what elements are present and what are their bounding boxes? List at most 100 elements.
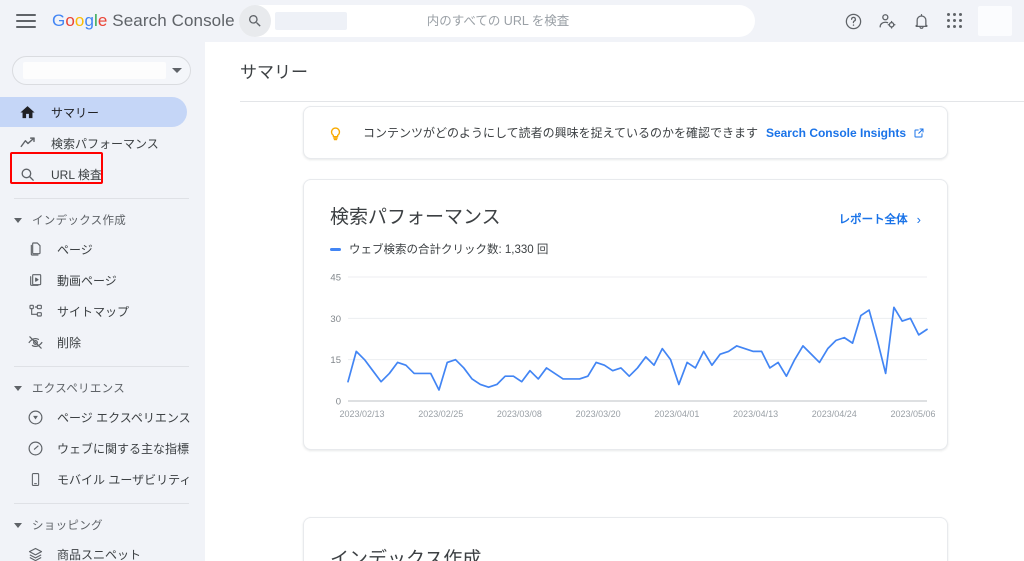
clicks-series-line xyxy=(347,306,928,391)
sitemap-glyph xyxy=(28,304,42,317)
url-inspection-search-bar[interactable] xyxy=(239,5,755,37)
sidebar-item-search-performance[interactable]: 検索パフォーマンス xyxy=(0,128,187,158)
chevron-right-icon: › xyxy=(916,211,921,227)
indexing-card: インデックス作成 ページのインデックス登録 レポート全体 › xyxy=(303,517,948,561)
external-link-icon xyxy=(913,127,925,139)
search-performance-chart: 0 15 30 45 2023/02/13 2023/02/25 2023/03/08 202… xyxy=(318,267,935,427)
pages-glyph xyxy=(30,242,41,256)
apps-grid-glyph xyxy=(947,13,963,29)
indexing-card-title: インデックス作成 xyxy=(330,549,482,561)
core-web-vitals-icon xyxy=(26,439,45,458)
sidebar-group-label: インデックス作成 xyxy=(32,215,127,227)
sidebar-group-experience[interactable]: エクスペリエンス xyxy=(0,376,205,400)
home-glyph xyxy=(20,105,35,118)
x-axis-tick-label: 2023/04/24 xyxy=(812,409,857,419)
google-search-console-logo: Google Search Console xyxy=(52,11,235,31)
sidebar-item-summary[interactable]: サマリー xyxy=(0,97,187,127)
clicks-line-chart: 0 15 30 45 2023/02/13 2023/02/25 2023/03/08 202… xyxy=(330,273,935,420)
sidebar-item-removals[interactable]: 削除 xyxy=(0,327,187,357)
sidebar-item-label: 商品スニペット xyxy=(57,547,142,561)
search-icon xyxy=(18,165,37,184)
sidebar-item-product-snippets[interactable]: 商品スニペット xyxy=(0,539,187,561)
chevron-down-icon xyxy=(14,217,22,223)
avatar[interactable] xyxy=(978,6,1012,36)
sidebar-item-label: サイトマップ xyxy=(57,304,130,319)
sidebar-item-pages[interactable]: ページ xyxy=(0,234,187,264)
hamburger-menu-icon[interactable] xyxy=(16,14,36,28)
trending-up-icon xyxy=(18,134,37,153)
chart-legend[interactable]: ウェブ検索の合計クリック数: 1,330 回 xyxy=(304,229,947,257)
x-axis-tick-label: 2023/04/13 xyxy=(733,409,778,419)
app-root: Google Search Console 内のすべての URL を検査 サマリ… xyxy=(0,0,1024,561)
y-axis-tick-label: 45 xyxy=(330,273,341,284)
sidebar-item-core-web-vitals[interactable]: ウェブに関する主な指標 xyxy=(0,433,190,463)
person-gear-glyph xyxy=(879,14,896,29)
sidebar-item-label: 動画ページ xyxy=(57,273,117,288)
logo-letter-o1: o xyxy=(65,11,75,30)
sidebar-item-label: ページ xyxy=(57,242,93,257)
insights-banner: コンテンツがどのようにして読者の興味を捉えているのかを確認できます Search… xyxy=(303,106,948,159)
account-settings-icon[interactable] xyxy=(870,4,904,38)
help-glyph xyxy=(845,13,861,29)
header-icon-group xyxy=(836,0,1016,42)
mobile-glyph xyxy=(31,472,40,486)
search-icon[interactable] xyxy=(239,5,271,37)
sidebar-divider xyxy=(14,366,189,367)
property-selector-value xyxy=(23,62,166,79)
indexing-card-header: インデックス作成 xyxy=(304,518,947,561)
sidebar-item-label: ページ エクスペリエンス xyxy=(57,410,191,425)
property-selector[interactable] xyxy=(12,56,191,85)
sidebar-item-url-inspection[interactable]: URL 検査 xyxy=(0,159,187,189)
layers-glyph xyxy=(28,547,43,561)
notifications-icon[interactable] xyxy=(904,4,938,38)
lightbulb-icon xyxy=(326,123,345,142)
search-redacted-prefix xyxy=(275,12,347,30)
core-web-vitals-glyph xyxy=(28,441,43,455)
video-page-icon xyxy=(26,271,45,290)
sidebar-group-label: ショッピング xyxy=(32,520,103,532)
layers-icon xyxy=(26,545,45,561)
eye-off-icon xyxy=(26,333,45,352)
apps-grid-icon[interactable] xyxy=(938,4,972,38)
search-glyph xyxy=(249,15,261,27)
sitemap-icon xyxy=(26,302,45,321)
external-link-glyph xyxy=(914,128,924,137)
search-console-insights-link[interactable]: Search Console Insights xyxy=(766,126,925,140)
chevron-down-icon xyxy=(14,522,22,528)
app-header: Google Search Console xyxy=(0,0,1024,42)
insights-banner-text: コンテンツがどのようにして読者の興味を捉えているのかを確認できます xyxy=(363,126,759,140)
x-axis-tick-label: 2023/03/08 xyxy=(497,409,542,419)
home-icon xyxy=(18,103,37,122)
sidebar-item-video-pages[interactable]: 動画ページ xyxy=(0,265,187,295)
sidebar-item-mobile-usability[interactable]: モバイル ユーザビリティ xyxy=(0,464,191,494)
trending-up-glyph xyxy=(20,137,35,148)
y-axis-tick-label: 0 xyxy=(336,397,341,408)
lightbulb-glyph xyxy=(330,127,341,141)
sidebar-item-page-experience[interactable]: ページ エクスペリエンス xyxy=(0,402,191,432)
sidebar-group-label: エクスペリエンス xyxy=(32,383,126,395)
page-experience-glyph xyxy=(28,410,43,424)
sidebar-item-label: ウェブに関する主な指標 xyxy=(57,441,190,456)
sidebar-divider xyxy=(14,503,189,504)
y-axis-tick-label: 30 xyxy=(330,314,341,325)
page-title: サマリー xyxy=(240,63,308,82)
insights-link-label: Search Console Insights xyxy=(765,125,906,140)
sidebar-group-shopping[interactable]: ショッピング xyxy=(0,513,205,537)
eye-off-glyph xyxy=(28,335,43,349)
bell-glyph xyxy=(915,13,927,29)
search-glyph xyxy=(21,168,34,181)
logo-letter-g2: g xyxy=(84,11,95,30)
performance-full-report-link[interactable]: レポート全体 › xyxy=(839,211,921,227)
sidebar-divider xyxy=(14,198,189,199)
sidebar-item-label: 削除 xyxy=(57,335,82,350)
sidebar-item-sitemaps[interactable]: サイトマップ xyxy=(0,296,187,326)
x-axis-tick-label: 2023/02/13 xyxy=(339,409,384,419)
help-icon[interactable] xyxy=(836,4,870,38)
sidebar-item-label: サマリー xyxy=(51,105,100,120)
sidebar-group-indexing[interactable]: インデックス作成 xyxy=(0,208,205,232)
legend-label: ウェブ検索の合計クリック数: 1,330 回 xyxy=(349,244,549,256)
logo-letter-g: G xyxy=(52,11,66,30)
report-link-label: レポート全体 xyxy=(838,214,908,226)
sidebar-item-label: 検索パフォーマンス xyxy=(51,136,159,151)
sidebar-item-label: URL 検査 xyxy=(51,167,102,182)
